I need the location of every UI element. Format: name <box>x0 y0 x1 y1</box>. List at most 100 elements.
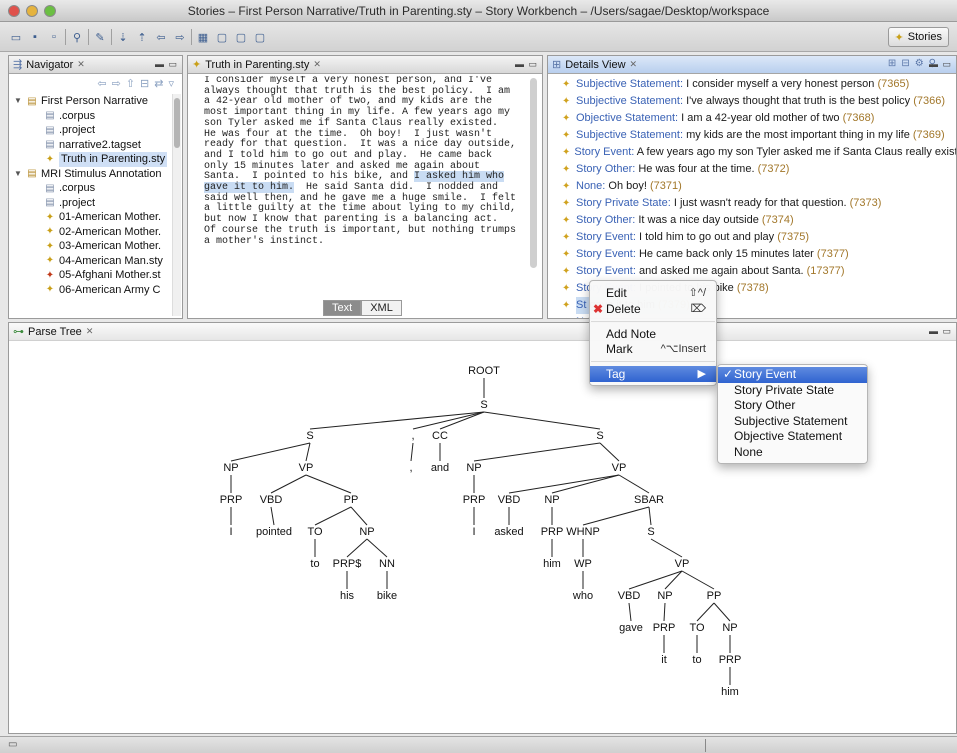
tree-node[interactable]: PRP <box>653 622 676 634</box>
minimize-maximize-controls[interactable]: ▬ ▭ <box>929 59 952 70</box>
tree-file[interactable]: ▤ .corpus <box>13 181 170 196</box>
tree-file[interactable]: ✦ 02-American Mother. <box>13 225 170 240</box>
tree-file[interactable]: ✦ Truth in Parenting.sty <box>13 152 170 167</box>
annotation-row[interactable]: ✦ None: Oh boy! (7371) <box>562 178 956 195</box>
submenu-item-subjective-statement[interactable]: Subjective Statement <box>718 414 867 430</box>
tree-node[interactable]: VBD <box>498 494 521 506</box>
minimize-maximize-controls[interactable]: ▬ ▭ <box>929 326 952 337</box>
tree-node[interactable]: asked <box>494 526 523 538</box>
tree-node[interactable]: PRP <box>463 494 486 506</box>
annotation-row[interactable]: ✦ Story Event: I told him to go out and p… <box>562 229 956 246</box>
tree-node[interactable]: TO <box>307 526 323 538</box>
close-tab-icon[interactable]: ✕ <box>86 326 94 337</box>
annotation-row[interactable]: ✦ Story Event: and asked me again about S… <box>562 263 956 280</box>
tree-node[interactable]: PRP <box>541 526 564 538</box>
layout-icon[interactable]: ▦ <box>195 29 211 45</box>
tree-node[interactable]: NP <box>223 462 238 474</box>
tree-node[interactable]: him <box>543 558 561 570</box>
tree-node[interactable]: I <box>472 526 475 538</box>
filter-icon[interactable]: ⚙ <box>915 58 924 69</box>
tree-node[interactable]: his <box>340 590 355 602</box>
submenu-item-story-event[interactable]: ✓ Story Event <box>718 367 867 383</box>
xml-mode-tab[interactable]: XML <box>361 300 402 316</box>
disclosure-triangle-icon[interactable]: ▼ <box>13 94 23 109</box>
navigator-scrollbar[interactable] <box>172 94 181 316</box>
annotation-row[interactable]: ✦ Story Private State: I just wasn't read… <box>562 195 956 212</box>
annotation-row[interactable]: ✦ Story Event: He came back only 15 minut… <box>562 246 956 263</box>
next-annotation-icon[interactable]: ⇣ <box>115 29 131 45</box>
text-mode-tab[interactable]: Text <box>323 300 362 316</box>
tree-node[interactable]: him <box>721 686 739 698</box>
tree-file[interactable]: ▤ .corpus <box>13 109 170 124</box>
tree-node[interactable]: VP <box>612 462 627 474</box>
tree-node[interactable]: NP <box>359 526 374 538</box>
annotation-row[interactable]: ✦ Story Other: It was a nice day outside … <box>562 212 956 229</box>
tree-node[interactable]: PP <box>707 590 722 602</box>
tree-file[interactable]: ▤ .project <box>13 123 170 138</box>
tree-node[interactable]: , <box>409 462 412 474</box>
annotation-row[interactable]: ✦ Story Event: A few years ago my son Tyl… <box>562 144 956 161</box>
tree-node[interactable]: S <box>596 430 603 442</box>
tree-node[interactable]: NN <box>379 558 395 570</box>
panel-icon[interactable]: ▢ <box>252 29 268 45</box>
minimize-maximize-controls[interactable]: ▬ ▭ <box>515 59 538 70</box>
panel-icon[interactable]: ▢ <box>214 29 230 45</box>
tree-node[interactable]: VBD <box>618 590 641 602</box>
perspective-stories-button[interactable]: ✦ Stories <box>887 27 949 47</box>
tree-node[interactable]: it <box>661 654 667 666</box>
tree-node[interactable]: CC <box>432 430 448 442</box>
annotation-row[interactable]: ✦ Subjective Statement: I've always thoug… <box>562 93 956 110</box>
link-editor-icon[interactable]: ⇄ <box>154 77 163 90</box>
submenu-item-story-private-state[interactable]: Story Private State <box>718 383 867 399</box>
tree-node[interactable]: to <box>310 558 319 570</box>
tree-node[interactable]: VP <box>675 558 690 570</box>
tree-node[interactable]: ROOT <box>468 365 500 377</box>
tree-file[interactable]: ✦ 01-American Mother. <box>13 210 170 225</box>
tree-file[interactable]: ✦ 04-American Man.sty <box>13 254 170 269</box>
menu-item-mark[interactable]: Mark ^⌥Insert <box>590 341 716 357</box>
disclosure-triangle-icon[interactable]: ▼ <box>13 167 23 182</box>
tree-node[interactable]: TO <box>689 622 705 634</box>
submenu-item-none[interactable]: None <box>718 445 867 461</box>
tree-node[interactable]: to <box>692 654 701 666</box>
forward-icon[interactable]: ⇨ <box>172 29 188 45</box>
tree-project[interactable]: ▼ ▤ MRI Stimulus Annotation <box>13 167 170 182</box>
tree-node[interactable]: NP <box>544 494 559 506</box>
expand-all-icon[interactable]: ⊞ <box>888 58 896 69</box>
editor-tab[interactable]: ✦ Truth in Parenting.sty ✕ <box>192 58 321 72</box>
submenu-item-objective-statement[interactable]: Objective Statement <box>718 429 867 445</box>
tree-project[interactable]: ▼ ▤ First Person Narrative <box>13 94 170 109</box>
menu-item-delete[interactable]: ✖ Delete ⌦ <box>590 301 716 317</box>
annotate-icon[interactable]: ✎ <box>92 29 108 45</box>
tree-node[interactable]: S <box>480 399 487 411</box>
tree-node[interactable]: PP <box>344 494 359 506</box>
annotation-row[interactable]: ✦ Subjective Statement: my kids are the m… <box>562 127 956 144</box>
parse-tree-tab[interactable]: ⊶ Parse Tree ✕ <box>13 325 94 339</box>
details-tab[interactable]: ⊞ Details View ✕ <box>552 58 638 72</box>
tree-node[interactable]: VP <box>299 462 314 474</box>
collapse-all-icon[interactable]: ⊟ <box>901 58 909 69</box>
back-icon[interactable]: ⇦ <box>97 77 106 90</box>
up-folder-icon[interactable]: ⇧ <box>126 77 135 90</box>
forward-icon[interactable]: ⇨ <box>112 77 121 90</box>
tree-node[interactable]: who <box>572 590 593 602</box>
close-tab-icon[interactable]: ✕ <box>630 59 638 70</box>
tree-file[interactable]: ✦ 06-American Army C <box>13 283 170 298</box>
minimize-maximize-controls[interactable]: ▬ ▭ <box>155 59 178 70</box>
tree-node[interactable]: , <box>411 430 414 442</box>
tree-node[interactable]: NP <box>722 622 737 634</box>
story-text-area[interactable]: I consider myself a very honest person, … <box>204 76 518 296</box>
menu-item-tag[interactable]: Tag ▶ <box>590 366 716 382</box>
panel-icon[interactable]: ▢ <box>233 29 249 45</box>
close-tab-icon[interactable]: ✕ <box>313 59 321 70</box>
menu-item-edit[interactable]: Edit ⇧^/ <box>590 285 716 301</box>
tree-node[interactable]: PRP$ <box>333 558 362 570</box>
tree-node[interactable]: WP <box>574 558 592 570</box>
annotation-row[interactable]: ✦ Story Other: He was four at the time. (… <box>562 161 956 178</box>
tree-node[interactable]: S <box>306 430 313 442</box>
view-menu-icon[interactable]: ▿ <box>168 77 174 90</box>
print-icon[interactable]: ▫ <box>46 29 62 45</box>
collapse-all-icon[interactable]: ⊟ <box>140 77 149 90</box>
annotation-row[interactable]: ✦ Subjective Statement: I consider myself… <box>562 76 956 93</box>
editor-scrollbar[interactable] <box>529 76 538 292</box>
